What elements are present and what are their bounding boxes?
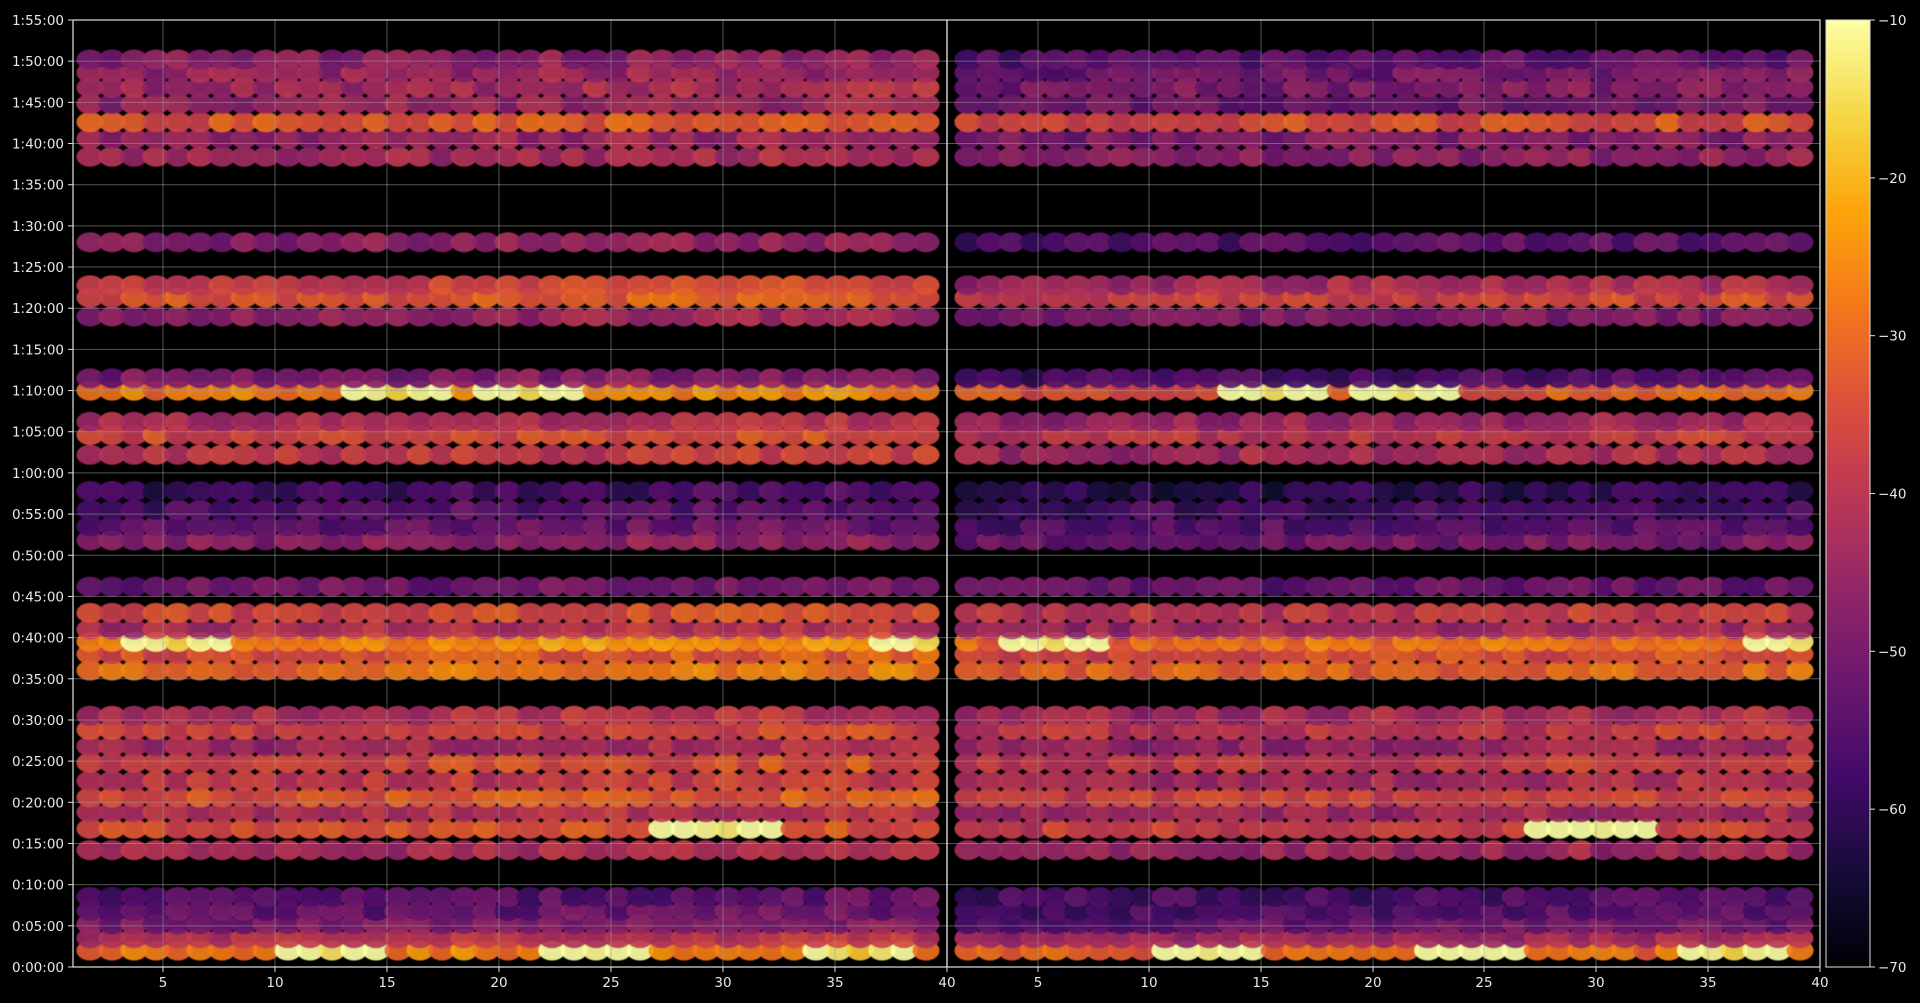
x-tick-label: 40 — [1811, 975, 1828, 991]
heatmap-chart: 0:00:00 0:05:00 0:10:00 0:15:00 0:20:00 0:25:… — [0, 0, 1920, 1003]
heat-cell — [1786, 481, 1814, 501]
x-tick-label: 15 — [378, 975, 395, 991]
x-tick-label: 20 — [1364, 975, 1381, 991]
colorbar-tick-label: −20 — [1878, 171, 1907, 187]
x-tick-label: 40 — [938, 975, 955, 991]
colorbar-tick-label: −50 — [1878, 644, 1907, 660]
y-tick-label: 1:00:00 — [12, 466, 64, 482]
y-tick-label: 1:30:00 — [12, 219, 64, 235]
x-tick-label: 35 — [1699, 975, 1716, 991]
heat-cell — [912, 602, 940, 623]
colorbar-gradient — [1825, 19, 1871, 968]
x-tick-label: 15 — [1252, 975, 1269, 991]
heat-cell — [912, 275, 940, 296]
colorbar-tick-label: −30 — [1878, 329, 1907, 345]
y-tick-label: 0:15:00 — [12, 836, 64, 852]
heat-cell — [1786, 112, 1814, 133]
y-tick-label: 1:40:00 — [12, 137, 64, 153]
heat-cell — [1786, 444, 1814, 465]
heat-cell — [912, 444, 940, 465]
y-tick-label: 1:20:00 — [12, 301, 64, 317]
heat-cell — [912, 770, 940, 791]
heat-cell — [912, 576, 940, 597]
heat-cell — [1786, 770, 1814, 791]
y-tick-label: 1:05:00 — [12, 425, 64, 441]
x-tick-label: 10 — [266, 975, 283, 991]
x-tick-label: 30 — [714, 975, 731, 991]
x-tick-label: 5 — [1034, 975, 1043, 991]
heat-cell — [1786, 500, 1814, 520]
y-tick-label: 0:10:00 — [12, 878, 64, 894]
heat-cell — [912, 481, 940, 501]
y-tick-label: 0:55:00 — [12, 507, 64, 523]
x-tick-label: 5 — [159, 975, 168, 991]
heat-cell — [1786, 49, 1814, 70]
heat-cell — [912, 146, 940, 167]
y-tick-label: 1:10:00 — [12, 384, 64, 400]
x-tick-label: 10 — [1140, 975, 1157, 991]
colorbar-tick-label: −70 — [1878, 960, 1907, 976]
heat-cell — [912, 112, 940, 133]
y-tick-label: 0:50:00 — [12, 548, 64, 564]
heat-cell — [1786, 411, 1814, 432]
x-tick-label: 25 — [1475, 975, 1492, 991]
y-tick-label: 1:45:00 — [12, 95, 64, 111]
y-tick-label: 1:15:00 — [12, 342, 64, 358]
y-tick-label: 0:00:00 — [12, 960, 64, 976]
heat-cell — [1786, 368, 1814, 389]
y-tick-label: 0:45:00 — [12, 589, 64, 605]
heat-cell — [912, 411, 940, 432]
heat-cell — [1786, 146, 1814, 167]
x-tick-label: 30 — [1587, 975, 1604, 991]
heat-cell — [912, 368, 940, 389]
heat-cell — [1786, 232, 1814, 253]
heat-cell — [1786, 275, 1814, 296]
y-tick-label: 1:55:00 — [12, 13, 64, 29]
heat-cell — [1786, 306, 1814, 327]
y-tick-label: 1:25:00 — [12, 260, 64, 276]
heat-cell — [1786, 705, 1814, 726]
colorbar-tick-label: −40 — [1878, 487, 1907, 503]
y-tick-label: 1:35:00 — [12, 178, 64, 194]
heat-cell — [1786, 576, 1814, 597]
x-tick-label: 35 — [826, 975, 843, 991]
heat-cell — [1786, 887, 1814, 907]
heat-cell — [912, 705, 940, 726]
x-tick-label: 25 — [602, 975, 619, 991]
y-tick-label: 0:35:00 — [12, 672, 64, 688]
y-tick-label: 0:40:00 — [12, 631, 64, 647]
heat-cell — [1786, 602, 1814, 623]
colorbar-tick-label: −60 — [1878, 802, 1907, 818]
y-tick-label: 0:05:00 — [12, 919, 64, 935]
colorbar-tick-label: −10 — [1878, 13, 1907, 29]
heat-cell — [912, 500, 940, 520]
y-tick-label: 0:25:00 — [12, 754, 64, 770]
heat-cell — [912, 49, 940, 70]
y-tick-label: 0:30:00 — [12, 713, 64, 729]
heat-cell — [912, 887, 940, 907]
heat-cell — [912, 306, 940, 327]
y-tick-label: 0:20:00 — [12, 795, 64, 811]
heat-cell — [912, 232, 940, 253]
x-tick-label: 20 — [490, 975, 507, 991]
y-tick-label: 1:50:00 — [12, 54, 64, 70]
